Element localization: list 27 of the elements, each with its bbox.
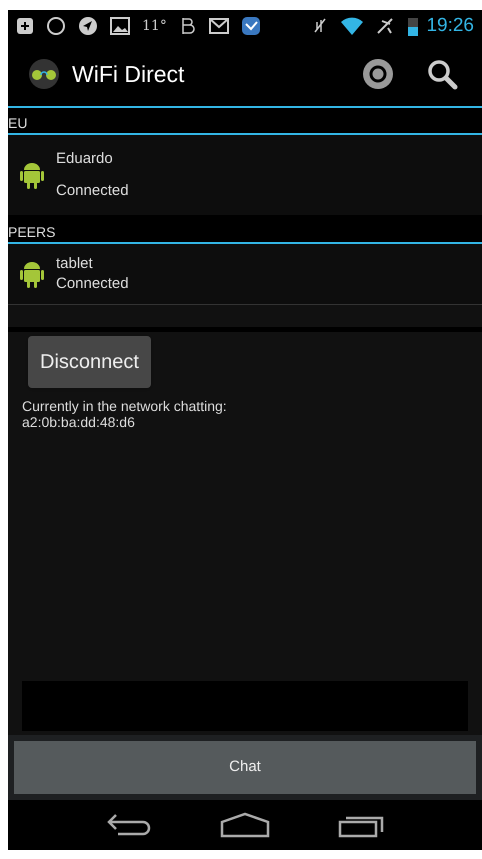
battery-icon xyxy=(408,16,418,36)
wifi-icon xyxy=(340,16,364,36)
section-header: PEERS xyxy=(8,223,56,242)
network-info-text: Currently in the network chatting: xyxy=(22,398,228,414)
plus-icon xyxy=(16,17,34,35)
device-name: tablet xyxy=(56,254,94,274)
back-icon[interactable] xyxy=(106,812,152,838)
device-status: Connected xyxy=(56,181,129,201)
android-icon xyxy=(20,160,44,190)
disconnect-button[interactable]: Disconnect xyxy=(28,336,151,388)
android-icon xyxy=(20,259,44,289)
image-icon xyxy=(110,17,130,35)
app-title: WiFi Direct xyxy=(72,60,184,89)
device-name: Eduardo xyxy=(56,149,114,169)
app-icon xyxy=(240,16,261,36)
device-item[interactable]: Eduardo Connected xyxy=(8,135,482,215)
navigation-icon xyxy=(78,16,98,36)
device-status: Connected xyxy=(56,274,129,294)
clock: 19:26 xyxy=(426,14,474,38)
chat-button[interactable]: Chat xyxy=(14,741,476,794)
section-header: EU xyxy=(8,114,28,133)
network-info-text: a2:0b:ba:dd:48:d6 xyxy=(22,414,136,430)
device-item[interactable]: tablet Connected xyxy=(8,244,482,305)
mail-icon xyxy=(208,18,229,34)
home-icon[interactable] xyxy=(220,812,270,838)
app-logo-icon xyxy=(28,58,60,90)
temperature: 11° xyxy=(142,16,167,36)
